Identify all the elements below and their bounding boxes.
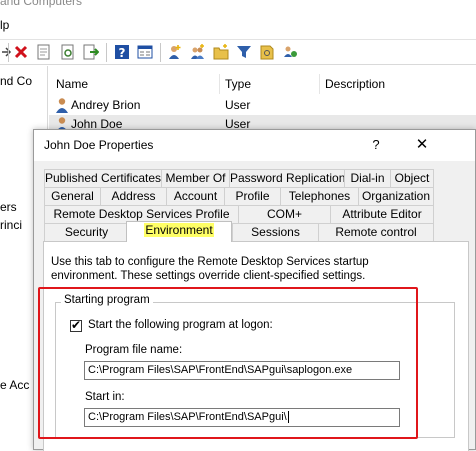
tab-attribute-editor[interactable]: Attribute Editor bbox=[330, 205, 434, 223]
tab-organization[interactable]: Organization bbox=[358, 187, 434, 205]
tab-telephones[interactable]: Telephones bbox=[280, 187, 358, 205]
environment-description: Use this tab to configure the Remote Des… bbox=[51, 256, 369, 282]
tab-password-replication[interactable]: Password Replication bbox=[229, 169, 345, 187]
window-title: and Computers bbox=[0, 0, 83, 8]
column-description[interactable]: Description bbox=[325, 77, 385, 91]
tab-object[interactable]: Object bbox=[390, 169, 434, 187]
tab-security[interactable]: Security bbox=[44, 223, 128, 241]
tab-published-certificates[interactable]: Published Certificates bbox=[44, 169, 161, 187]
find-icon[interactable] bbox=[259, 44, 275, 60]
tree-item-users[interactable]: ers bbox=[0, 200, 17, 214]
dialog-title: John Doe Properties bbox=[44, 138, 154, 152]
table-row[interactable]: Andrey Brion User bbox=[49, 96, 476, 115]
list-header: Name Type Description bbox=[49, 74, 476, 94]
tree-item-users-and-computers[interactable]: nd Co bbox=[0, 74, 32, 88]
column-name[interactable]: Name bbox=[56, 77, 88, 91]
add-group-icon[interactable] bbox=[190, 44, 206, 60]
tree-item-principals[interactable]: rinci bbox=[0, 218, 22, 232]
help-button[interactable]: ? bbox=[366, 135, 386, 155]
export-icon[interactable] bbox=[83, 44, 99, 60]
tab-member-of[interactable]: Member Of bbox=[161, 169, 229, 187]
tree-item-service-accounts[interactable]: e Acc bbox=[0, 378, 29, 392]
toolbar: ? bbox=[0, 39, 476, 65]
delete-icon[interactable] bbox=[13, 44, 29, 60]
svg-text:?: ? bbox=[119, 46, 126, 60]
tab-general[interactable]: General bbox=[44, 187, 100, 205]
dialog-titlebar[interactable]: John Doe Properties ? ✕ bbox=[34, 130, 475, 161]
row-name: Andrey Brion bbox=[71, 98, 141, 112]
console-icon[interactable] bbox=[137, 44, 153, 60]
annotation-highlight-box bbox=[38, 287, 418, 439]
object-list: Name Type Description Andrey Brion User … bbox=[49, 66, 476, 136]
tab-account[interactable]: Account bbox=[166, 187, 224, 205]
tab-profile[interactable]: Profile bbox=[224, 187, 280, 205]
tab-environment-label: Environment bbox=[144, 223, 214, 237]
tab-address[interactable]: Address bbox=[100, 187, 166, 205]
properties-icon[interactable] bbox=[36, 44, 52, 60]
row-type: User bbox=[225, 98, 251, 112]
add-ou-icon[interactable] bbox=[213, 44, 229, 60]
tab-environment[interactable]: Environment bbox=[126, 221, 232, 242]
column-type[interactable]: Type bbox=[225, 77, 251, 91]
user-icon bbox=[56, 98, 68, 113]
filter-icon[interactable] bbox=[236, 44, 252, 60]
help-icon[interactable]: ? bbox=[114, 44, 130, 60]
delegate-icon[interactable] bbox=[283, 44, 299, 60]
tab-sessions[interactable]: Sessions bbox=[232, 223, 318, 241]
tab-dial-in[interactable]: Dial-in bbox=[344, 169, 390, 187]
tab-remote-control[interactable]: Remote control bbox=[318, 223, 434, 241]
menu-help[interactable]: lp bbox=[0, 18, 9, 36]
tab-com-plus[interactable]: COM+ bbox=[238, 205, 330, 223]
add-user-icon[interactable] bbox=[167, 44, 183, 60]
close-button[interactable]: ✕ bbox=[411, 134, 433, 156]
refresh-icon[interactable] bbox=[60, 44, 76, 60]
